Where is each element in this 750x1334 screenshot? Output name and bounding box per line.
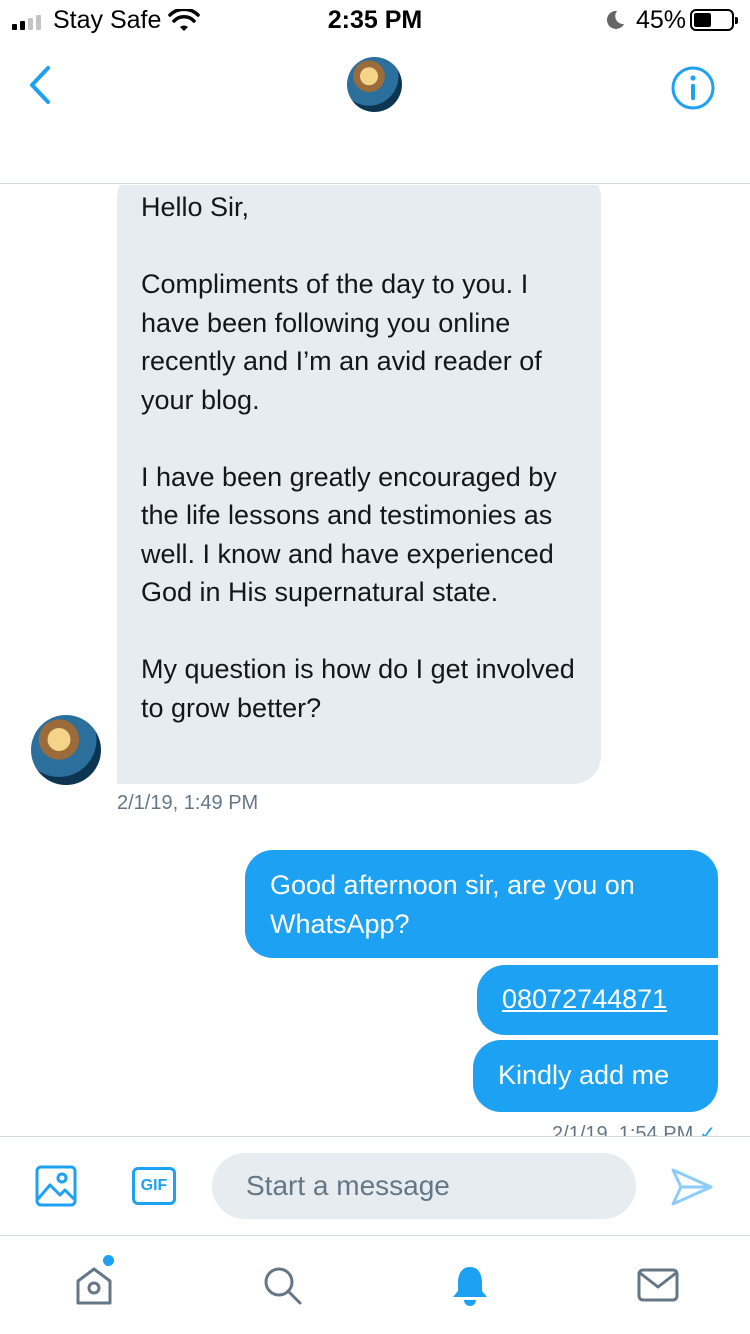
message-paragraph: I have been greatly encouraged by the li… xyxy=(141,461,557,608)
sent-message-bubble[interactable]: Good afternoon sir, are you on WhatsApp? xyxy=(245,850,718,958)
gif-button[interactable]: GIF xyxy=(132,1167,176,1205)
contact-avatar[interactable] xyxy=(347,57,402,112)
message-paragraph: My question is how do I get involved to … xyxy=(141,654,575,723)
back-button[interactable] xyxy=(22,62,58,108)
sent-message-bubble[interactable]: 08072744871 xyxy=(477,965,718,1035)
do-not-disturb-moon-icon xyxy=(606,10,624,29)
sender-avatar[interactable] xyxy=(31,715,101,785)
sent-message-bubble[interactable]: Kindly add me xyxy=(473,1040,718,1112)
sent-message-text: Good afternoon sir, are you on WhatsApp? xyxy=(270,870,635,939)
battery-icon xyxy=(690,9,738,31)
search-icon[interactable] xyxy=(260,1263,304,1307)
message-paragraph: Hello Sir, xyxy=(141,192,250,222)
send-icon[interactable] xyxy=(670,1167,714,1207)
battery-percent: 45% xyxy=(636,6,687,34)
conversation-header xyxy=(0,40,750,184)
sent-timestamp-text: 2/1/19, 1:54 PM xyxy=(552,1123,694,1136)
messages-icon[interactable] xyxy=(636,1263,680,1307)
received-timestamp: 2/1/19, 1:49 PM xyxy=(117,792,259,814)
sent-timestamp: 2/1/19, 1:54 PM ✓ xyxy=(552,1121,716,1136)
status-bar: Stay Safe 2:35 PM 45% xyxy=(0,0,750,40)
image-icon[interactable] xyxy=(35,1165,77,1207)
notifications-icon[interactable] xyxy=(448,1263,492,1307)
info-icon[interactable] xyxy=(670,65,716,111)
sent-message-text: Kindly add me xyxy=(498,1060,670,1090)
new-tweets-indicator xyxy=(103,1255,114,1266)
message-composer: GIF xyxy=(0,1136,750,1236)
home-icon[interactable] xyxy=(72,1263,116,1307)
message-input[interactable] xyxy=(212,1153,636,1219)
read-check-icon: ✓ xyxy=(699,1123,716,1136)
phone-number-link[interactable]: 08072744871 xyxy=(502,984,667,1014)
received-message-bubble[interactable]: Hello Sir, Compliments of the day to you… xyxy=(117,185,601,784)
tab-bar xyxy=(0,1237,750,1334)
message-list[interactable]: Hello Sir, Compliments of the day to you… xyxy=(0,185,750,1136)
message-paragraph: Compliments of the day to you. I have be… xyxy=(141,269,542,415)
